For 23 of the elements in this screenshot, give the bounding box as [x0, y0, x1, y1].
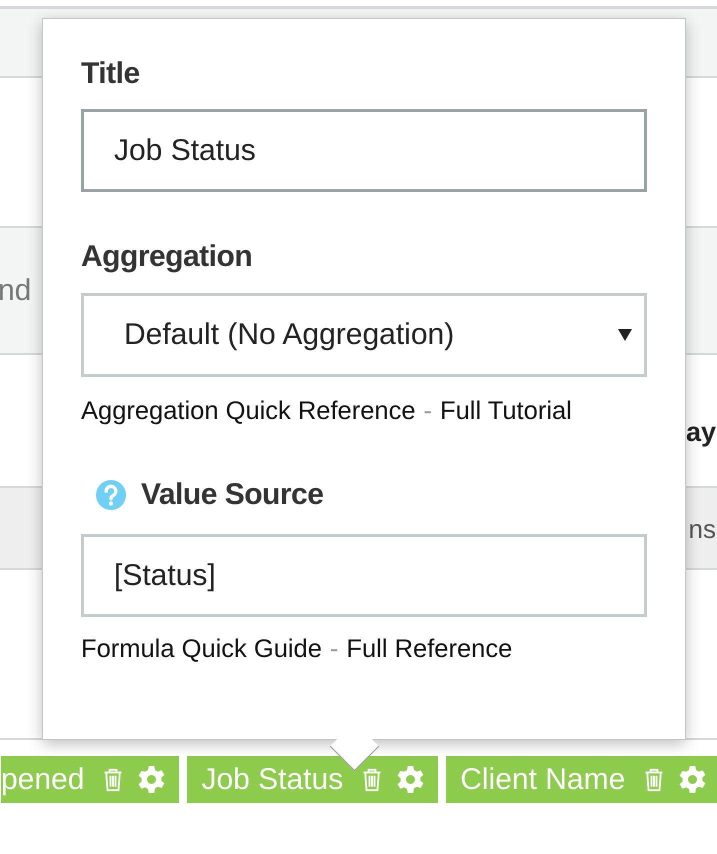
aggregation-dropdown[interactable]: Default (No Aggregation) [81, 293, 647, 377]
trash-icon[interactable] [361, 766, 384, 792]
formula-field[interactable]: [Status] [81, 534, 647, 617]
settings-icon[interactable] [397, 766, 424, 793]
help-link[interactable]: Formula Quick Guide [81, 635, 322, 664]
help-link[interactable]: Full Tutorial [440, 397, 572, 426]
settings-icon[interactable] [138, 766, 166, 793]
background-heading: ay [686, 417, 716, 448]
help-link[interactable]: Aggregation Quick Reference [81, 397, 416, 426]
help-link[interactable]: Full Reference [346, 635, 512, 664]
help-icon[interactable] [96, 480, 126, 510]
field-label: Title [81, 57, 141, 91]
background-text: nd [0, 274, 32, 308]
background-text: ns [688, 514, 716, 545]
link-separator: - [330, 635, 338, 664]
title-field[interactable]: Job Status [81, 109, 647, 192]
trash-icon[interactable] [102, 766, 124, 792]
link-separator: - [424, 397, 432, 426]
trash-icon[interactable] [643, 766, 666, 792]
settings-icon[interactable] [679, 766, 706, 793]
caret-icon [618, 329, 632, 341]
field-label: Aggregation [81, 240, 254, 274]
field-label: Value Source [141, 478, 324, 512]
